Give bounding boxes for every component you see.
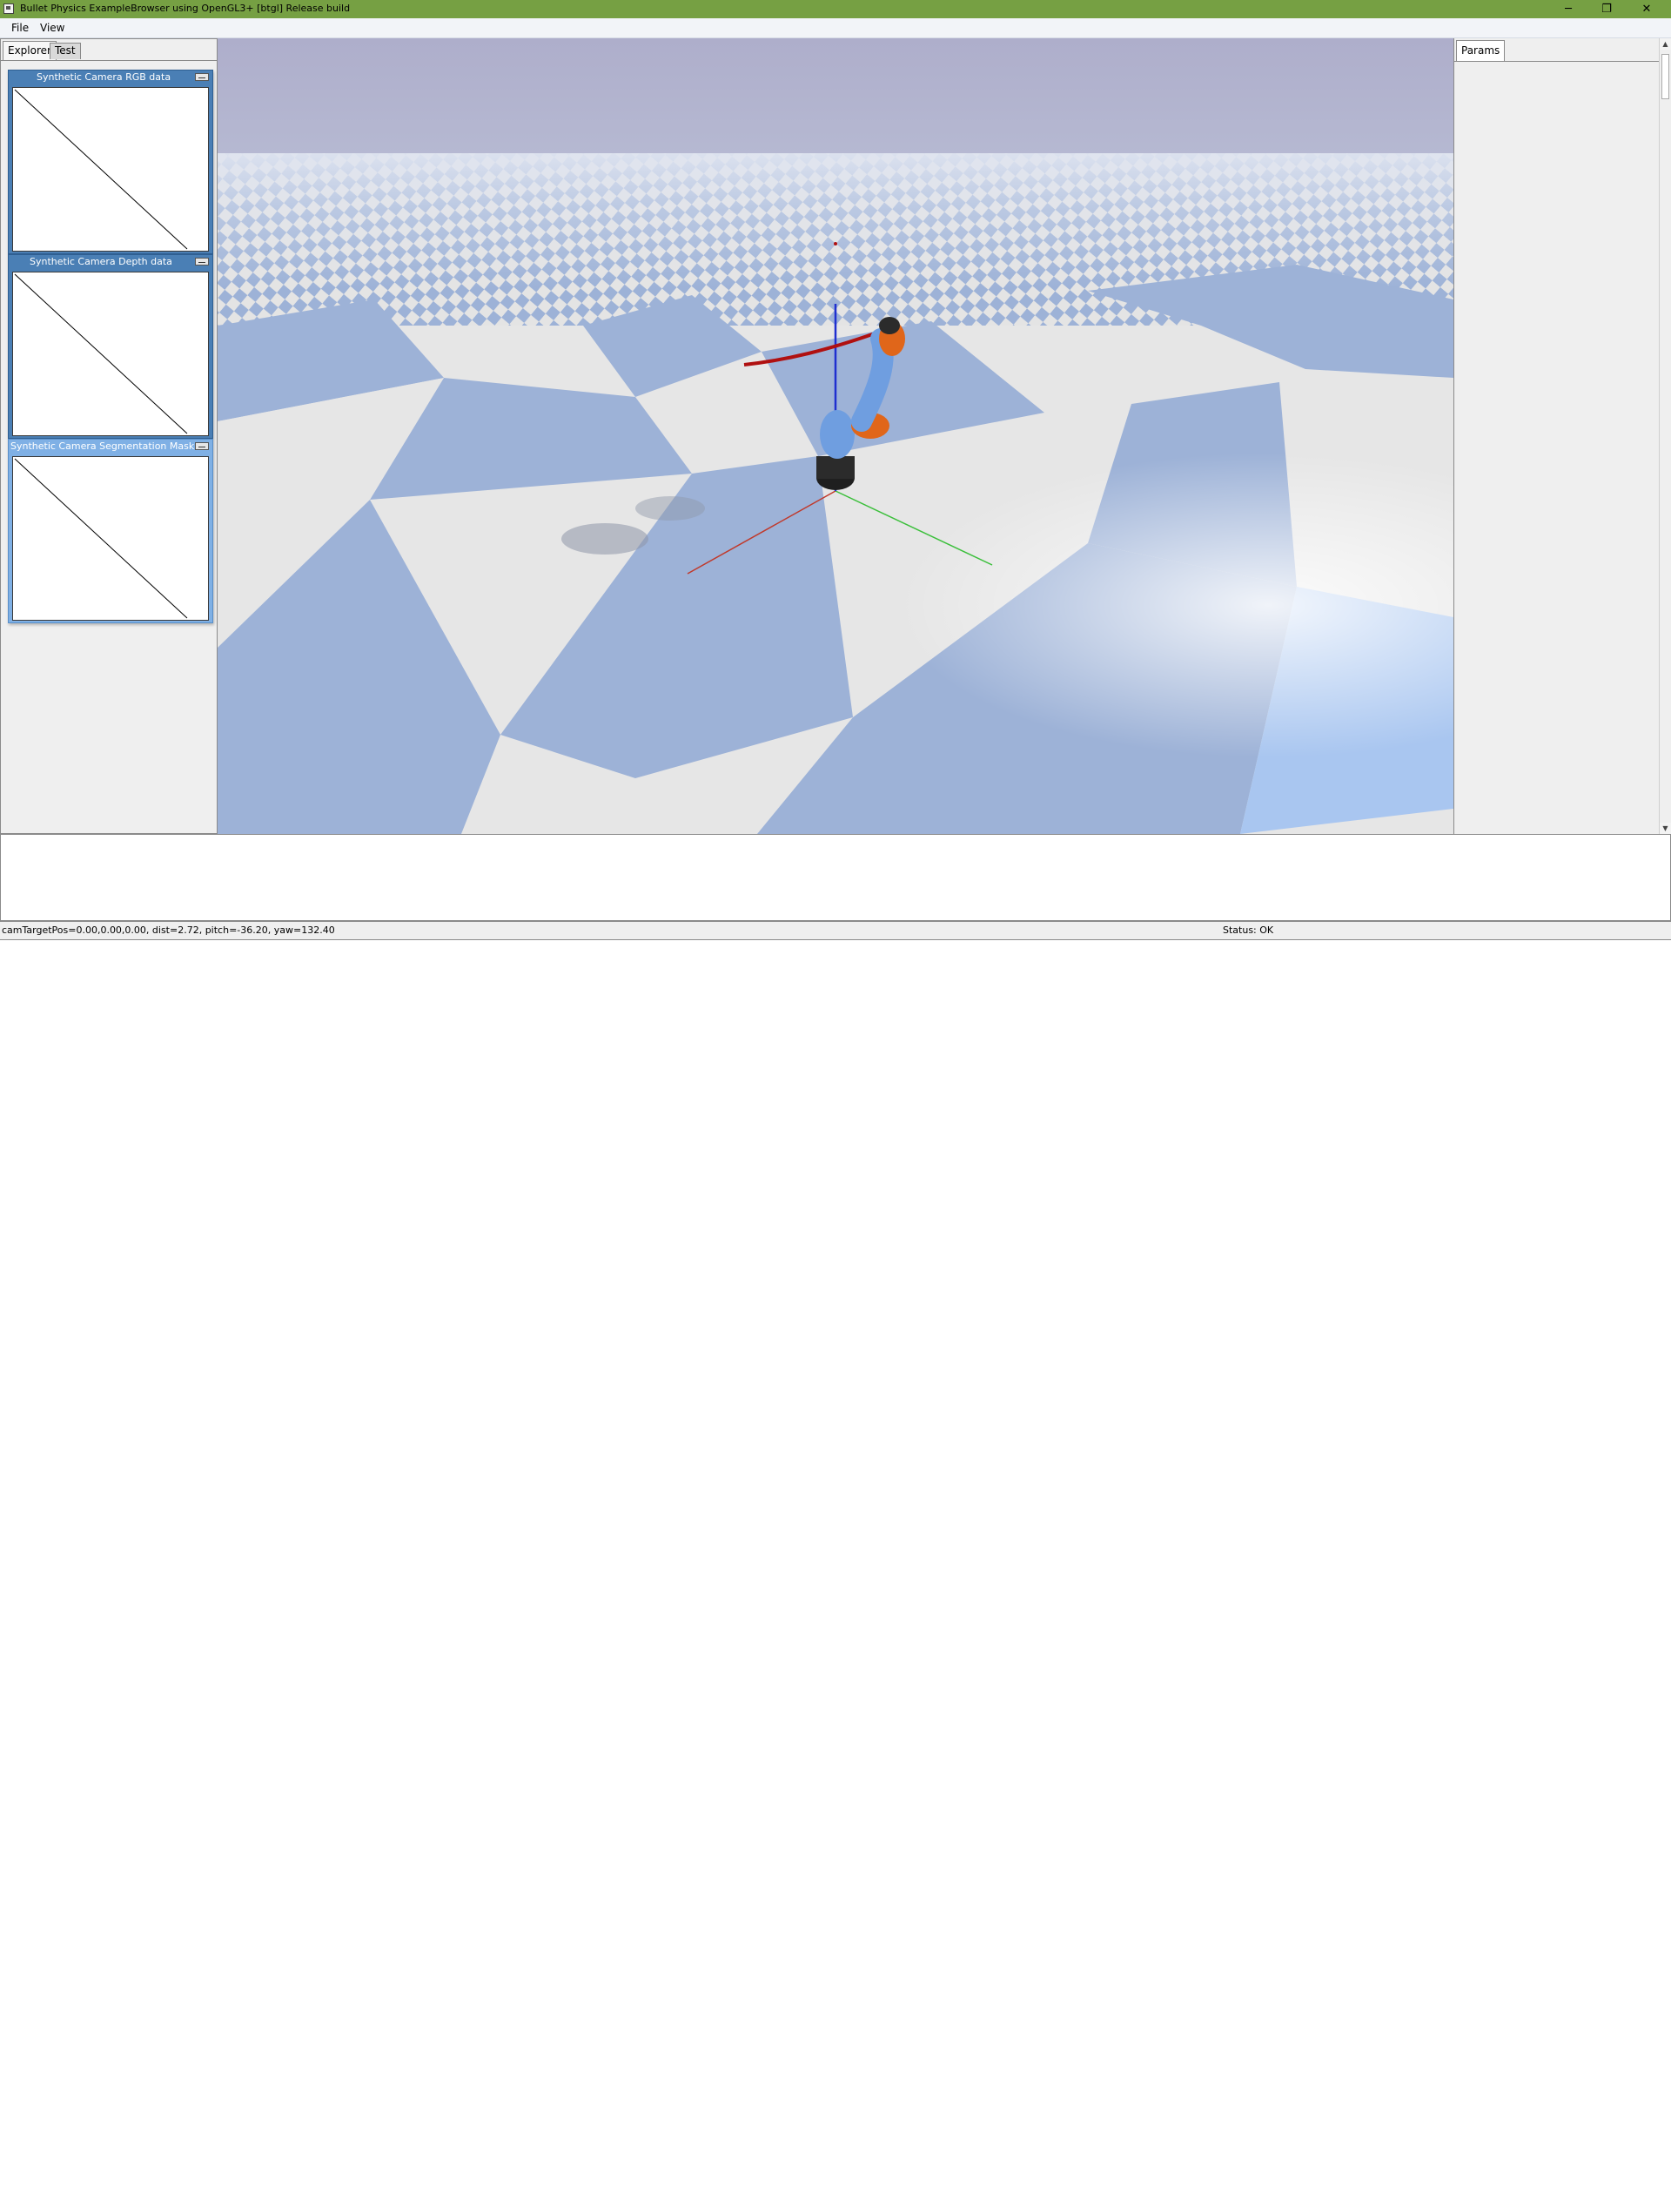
title-bar: Bullet Physics ExampleBrowser using Open… — [0, 0, 1671, 18]
explorer-panel: Explorer Test Synthetic Camera RGB data … — [0, 38, 218, 834]
tab-params[interactable]: Params — [1456, 40, 1506, 61]
params-panel: Params ▲ ▼ — [1453, 38, 1671, 834]
empty-image-icon — [14, 458, 188, 619]
window-title: Bullet Physics ExampleBrowser using Open… — [20, 3, 351, 14]
menu-view[interactable]: View — [38, 22, 66, 34]
tab-divider — [1454, 61, 1660, 62]
depth-camera-view — [12, 272, 209, 436]
menu-bar: File View — [0, 18, 1671, 38]
empty-image-icon — [14, 273, 188, 434]
rgb-camera-window[interactable]: Synthetic Camera RGB data — [8, 70, 213, 254]
segmentation-camera-window[interactable]: Synthetic Camera Segmentation Mask — [8, 439, 213, 623]
menu-file[interactable]: File — [10, 22, 30, 34]
scroll-down-icon[interactable]: ▼ — [1660, 823, 1671, 834]
minimize-icon[interactable] — [195, 73, 209, 81]
empty-image-icon — [14, 89, 188, 250]
console-output[interactable] — [0, 834, 1671, 921]
sky — [218, 38, 1453, 160]
minimize-icon[interactable] — [195, 258, 209, 266]
robot-shadow — [561, 523, 648, 555]
tab-explorer[interactable]: Explorer — [3, 41, 57, 60]
status-text: Status: OK — [1223, 924, 1274, 936]
depth-camera-window[interactable]: Synthetic Camera Depth data — [8, 254, 213, 439]
scene-render — [218, 38, 1453, 834]
maximize-icon[interactable]: ❐ — [1587, 0, 1626, 18]
scroll-thumb[interactable] — [1661, 54, 1669, 99]
tab-test[interactable]: Test — [50, 43, 81, 59]
app-icon — [3, 3, 14, 14]
rgb-camera-view — [12, 87, 209, 252]
tab-divider — [1, 60, 217, 61]
minimize-icon[interactable]: ─ — [1549, 0, 1587, 18]
status-bar: camTargetPos=0.00,0.00,0.00, dist=2.72, … — [0, 921, 1671, 940]
scroll-up-icon[interactable]: ▲ — [1660, 38, 1671, 50]
params-scrollbar[interactable]: ▲ ▼ — [1659, 38, 1671, 834]
close-icon[interactable]: ✕ — [1627, 0, 1666, 18]
segmentation-camera-title: Synthetic Camera Segmentation Mask — [10, 440, 195, 452]
minimize-icon[interactable] — [195, 442, 209, 450]
segmentation-camera-view — [12, 456, 209, 621]
3d-viewport[interactable] — [218, 38, 1453, 834]
camera-status-text: camTargetPos=0.00,0.00,0.00, dist=2.72, … — [2, 924, 335, 936]
